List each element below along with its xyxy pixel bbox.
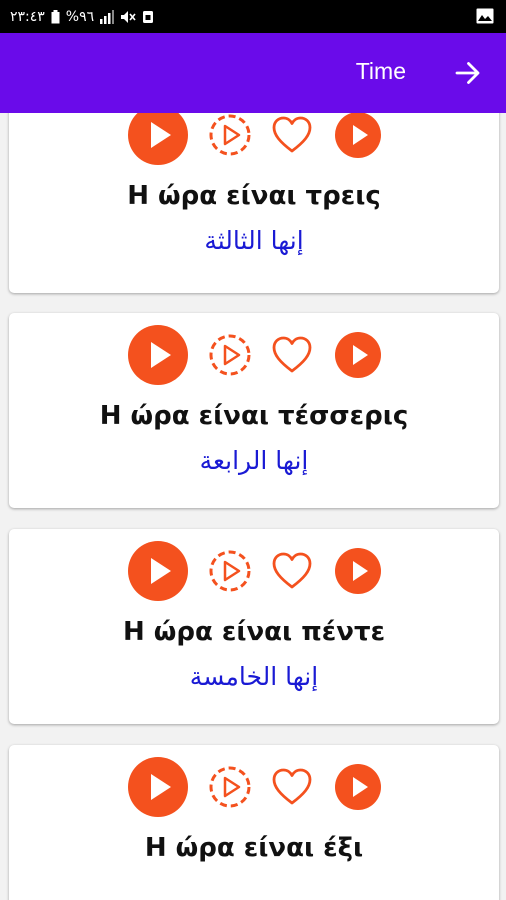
card-controls [9,325,499,385]
status-bar: ٢٣:٤٣ %٩٦ [0,0,506,33]
phrase-card: Η ώρα είναι πέντε إنها الخامسة [9,529,499,724]
heart-icon[interactable] [270,335,314,375]
mute-icon [121,11,136,23]
arabic-translation: إنها الثالثة [204,226,304,255]
play-small-icon[interactable] [334,331,382,379]
play-small-icon[interactable] [334,113,382,159]
arabic-translation: إنها الخامسة [189,662,319,691]
app-bar: Time [0,33,506,113]
forward-arrow-icon[interactable] [454,59,482,87]
play-icon[interactable] [127,540,189,602]
card-controls [9,757,499,817]
greek-phrase: Η ώρα είναι έξι [144,833,364,863]
play-small-icon[interactable] [334,763,382,811]
heart-icon[interactable] [270,115,314,155]
status-left: ٢٣:٤٣ %٩٦ [10,6,154,28]
status-right [476,7,494,29]
slow-play-icon[interactable] [208,113,252,157]
notification-icon [143,11,154,23]
phrase-list: Η ώρα είναι τρεις إنها الثالثة Η ώρα είν… [0,113,506,900]
battery-percent: %٩٦ [65,9,95,25]
status-time: ٢٣:٤٣ [10,9,45,25]
signal-icon [100,10,115,24]
phrase-card: Η ώρα είναι τέσσερις إنها الرابعة [9,313,499,508]
arabic-translation: إنها الرابعة [199,446,309,475]
play-small-icon[interactable] [334,547,382,595]
slow-play-icon[interactable] [208,549,252,593]
slow-play-icon[interactable] [208,333,252,377]
play-icon[interactable] [127,756,189,818]
slow-play-icon[interactable] [208,765,252,809]
play-icon[interactable] [127,324,189,386]
card-controls [9,541,499,601]
phrase-card: Η ώρα είναι τρεις إنها الثالثة [9,113,499,293]
battery-icon [51,10,60,24]
app-title: Time [355,58,406,84]
greek-phrase: Η ώρα είναι πέντε [122,617,386,647]
play-icon[interactable] [127,113,189,166]
card-controls [9,113,499,165]
image-icon [476,8,494,24]
greek-phrase: Η ώρα είναι τρεις [127,181,381,211]
greek-phrase: Η ώρα είναι τέσσερις [99,401,409,431]
heart-icon[interactable] [270,551,314,591]
heart-icon[interactable] [270,767,314,807]
phrase-card: Η ώρα είναι έξι [9,745,499,900]
